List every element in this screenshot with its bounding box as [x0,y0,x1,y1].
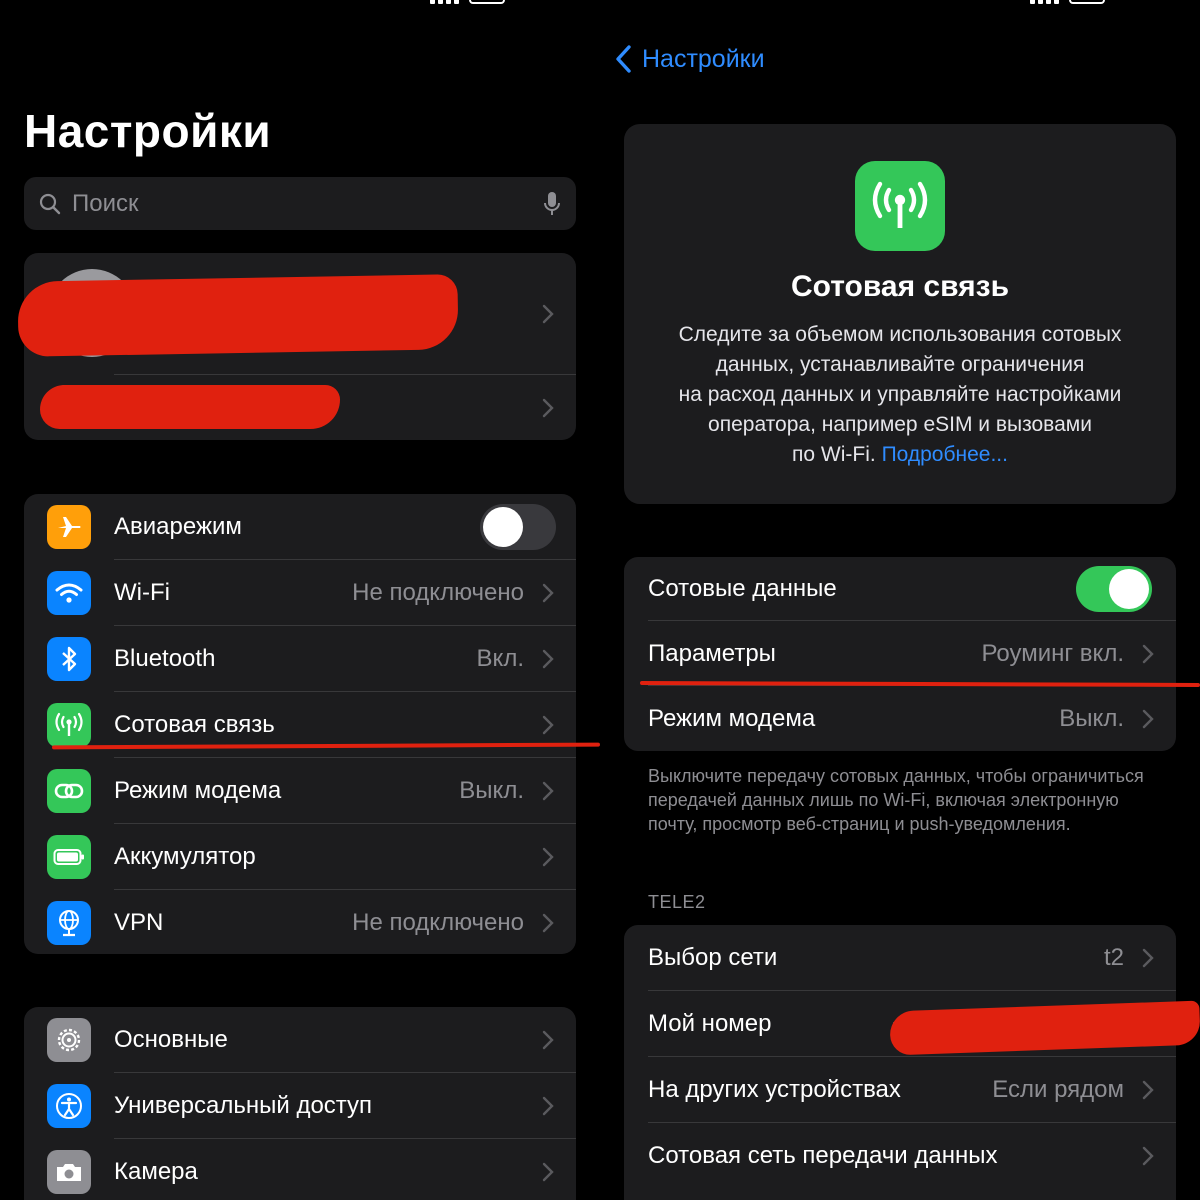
chevron-left-icon [616,45,631,73]
general-group: Основные Универсальный доступ Камера [24,1007,576,1200]
cellular-data-network-row[interactable]: Сотовая сеть передачи данных [624,1123,1176,1189]
other-devices-row[interactable]: На других устройствах Если рядом [624,1057,1176,1123]
cellular-data-group: Сотовые данные Параметры Роуминг вкл. Ре… [624,557,1176,751]
carrier-group: Выбор сети t2 Мой номер +7 На других уст… [624,925,1176,1200]
chevron-right-icon [542,1162,554,1182]
settings-root-pane: Настройки Авиарежим [0,0,600,1200]
network-selection-row[interactable]: Выбор сети t2 [624,925,1176,991]
connectivity-group: Авиарежим Wi-Fi Не подключено Bluetooth … [24,494,576,954]
cellular-data-row[interactable]: Сотовые данные [624,557,1176,621]
chevron-right-icon [542,847,554,867]
chevron-right-icon [1142,1146,1154,1166]
redaction-mark [17,274,459,357]
chevron-right-icon [542,304,554,324]
search-bar[interactable] [24,177,576,230]
camera-row[interactable]: Камера [24,1139,576,1200]
cellular-footnote: Выключите передачу сотовых данных, чтобы… [648,766,1144,834]
back-button[interactable]: Настройки [614,44,765,74]
battery-row[interactable]: Аккумулятор [24,824,576,890]
chevron-right-icon [542,781,554,801]
chevron-right-icon [542,913,554,933]
chevron-right-icon [542,715,554,735]
signal-icon [1030,0,1059,4]
info-title: Сотовая связь [790,270,1010,303]
cellular-data-toggle[interactable] [1076,566,1152,612]
status-bar-indicators [1030,0,1105,4]
link-icon [47,769,91,813]
chevron-right-icon [1142,1080,1154,1100]
battery-icon [47,835,91,879]
globe-icon [47,901,91,945]
microphone-icon[interactable] [542,190,562,218]
carrier-section-header: TELE2 [648,892,706,912]
airplane-mode-row[interactable]: Авиарежим [24,494,576,560]
accessibility-icon [47,1084,91,1128]
airplane-icon [47,505,91,549]
chevron-right-icon [542,1030,554,1050]
accessibility-row[interactable]: Универсальный доступ [24,1073,576,1139]
info-description: Следите за объемом использования сотовых… [678,323,1122,466]
search-icon [39,193,61,214]
back-label: Настройки [642,44,765,73]
status-bar-indicators [430,0,505,4]
cellular-info-card: Сотовая связь Следите за объемом использ… [624,124,1176,504]
chevron-right-icon [1142,709,1154,728]
gear-icon [47,1018,91,1062]
general-row[interactable]: Основные [24,1007,576,1073]
search-input[interactable] [72,189,542,218]
wifi-row[interactable]: Wi-Fi Не подключено [24,560,576,626]
bluetooth-row[interactable]: Bluetooth Вкл. [24,626,576,692]
chevron-right-icon [542,583,554,603]
chevron-right-icon [1142,948,1154,968]
wifi-icon [47,571,91,615]
bluetooth-icon [47,637,91,681]
battery-status-icon [469,0,505,4]
redaction-mark [40,385,340,429]
chevron-right-icon [542,1096,554,1116]
chevron-right-icon [1142,644,1154,663]
vpn-row[interactable]: VPN Не подключено [24,890,576,954]
chevron-right-icon [542,398,554,417]
battery-status-icon [1069,0,1105,4]
cellular-settings-pane: Настройки Сотовая связь Следите за объем… [600,0,1200,1200]
learn-more-link[interactable]: Подробнее... [882,443,1008,466]
personal-hotspot-row[interactable]: Режим модема Выкл. [24,758,576,824]
signal-icon [430,0,459,4]
airplane-mode-toggle[interactable] [480,504,556,550]
options-row[interactable]: Параметры Роуминг вкл. [624,621,1176,686]
personal-hotspot-row[interactable]: Режим модема Выкл. [624,686,1176,751]
chevron-right-icon [542,649,554,669]
antenna-icon [855,161,945,251]
camera-icon [47,1150,91,1194]
page-title: Настройки [24,105,272,157]
antenna-icon [47,703,91,747]
